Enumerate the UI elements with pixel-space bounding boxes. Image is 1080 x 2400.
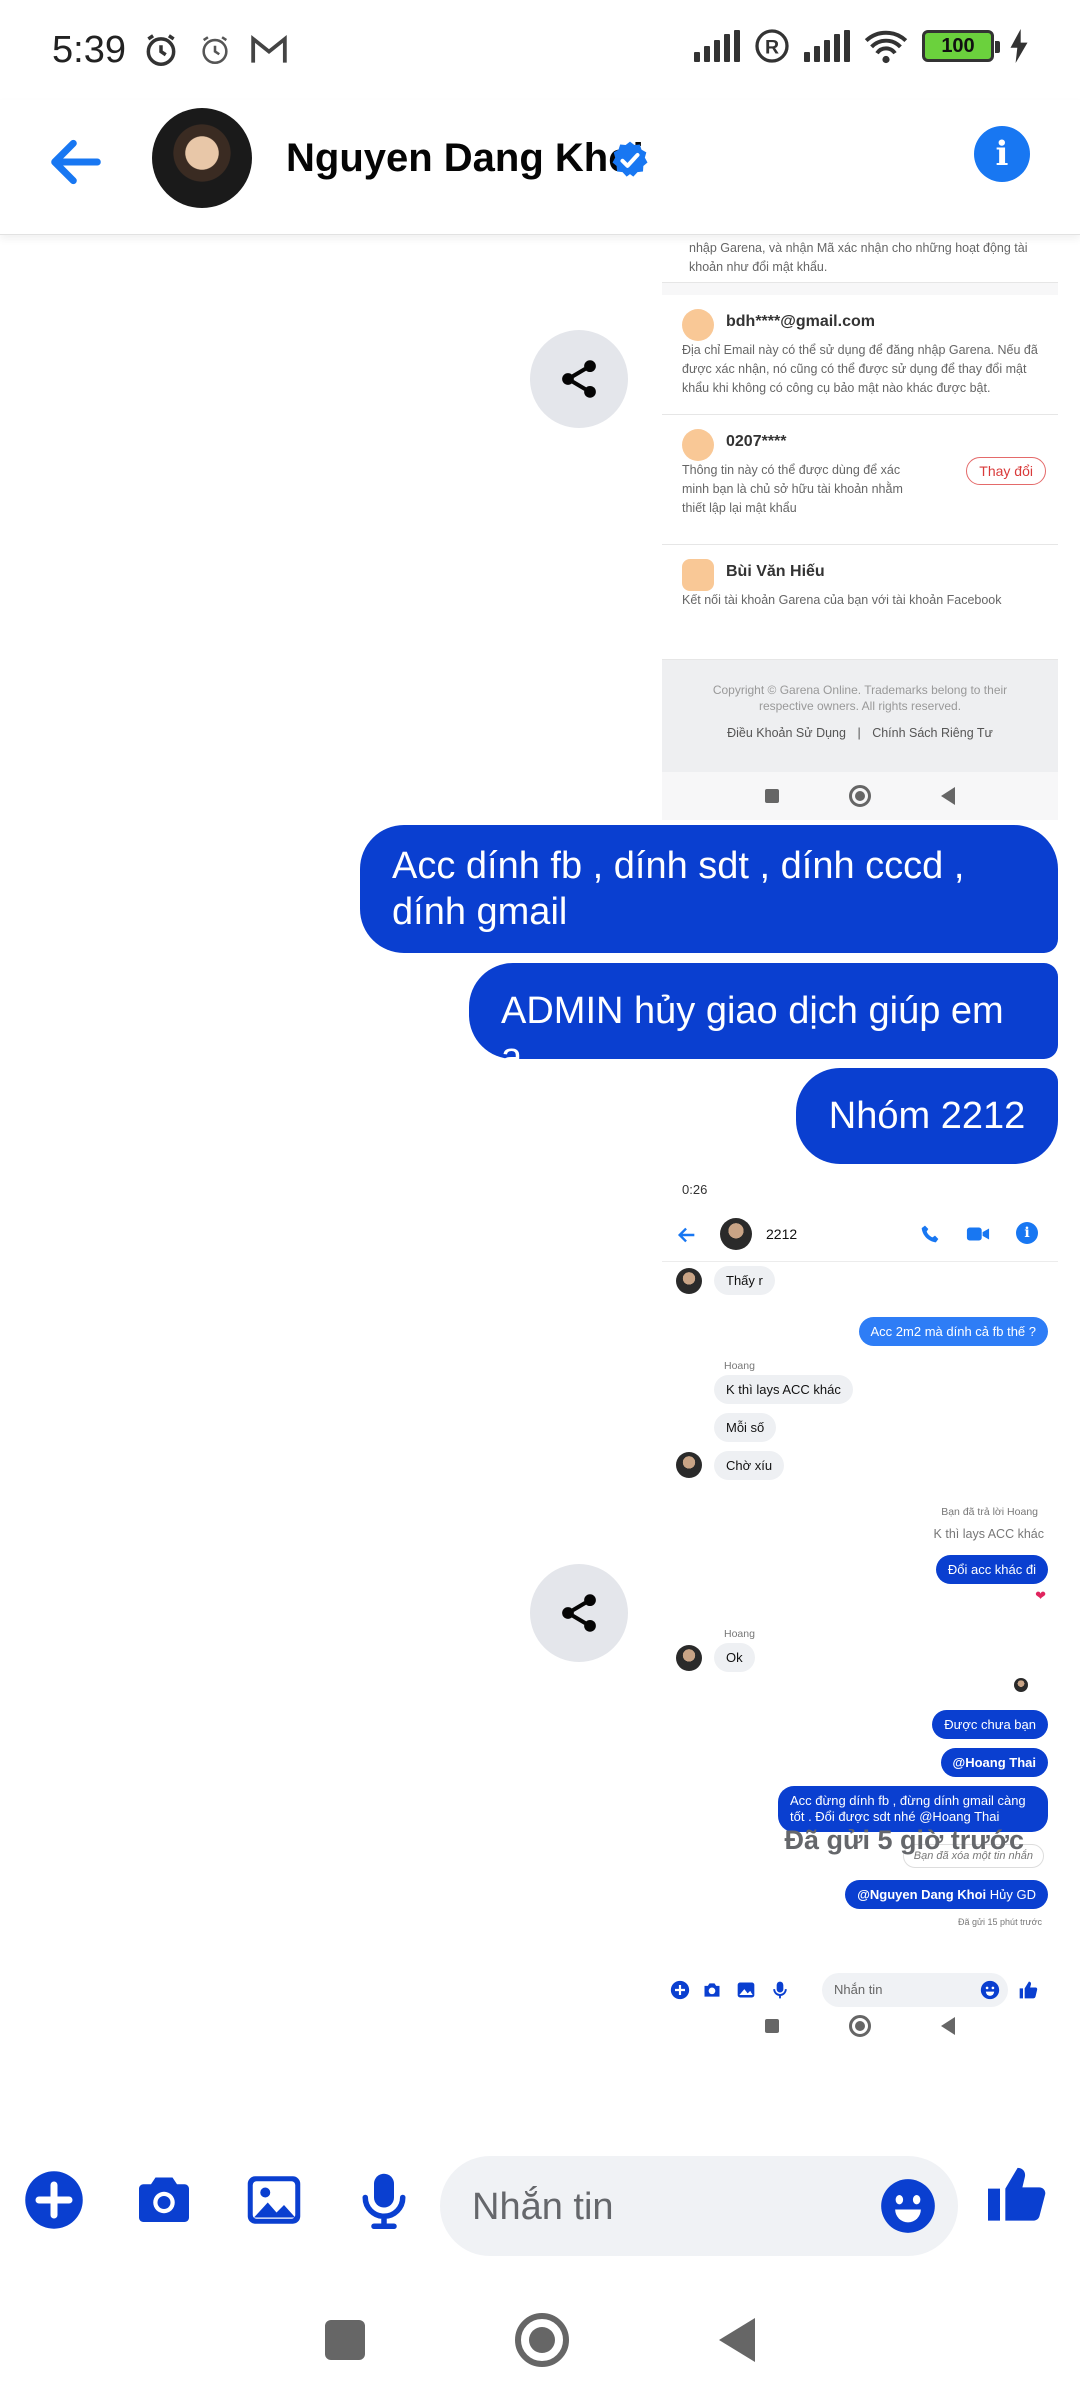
info-icon[interactable]: i (974, 126, 1030, 182)
gallery-icon (737, 1982, 755, 1998)
mini-navbar (662, 2006, 1058, 2046)
garena-card-facebook: Bùi Văn Hiếu Kết nối tài khoản Garena củ… (662, 545, 1058, 660)
message-composer: Nhắn tin (0, 2120, 1080, 2280)
add-icon (670, 1980, 690, 2000)
back-arrow-icon[interactable] (44, 130, 108, 194)
charging-icon (1010, 29, 1028, 63)
status-time: 5:39 (52, 28, 126, 71)
emoji-icon[interactable] (880, 2178, 936, 2234)
terms-link: Điều Khoản Sử Dụng (727, 726, 846, 740)
share-icon (562, 1594, 596, 1632)
facebook-icon (682, 559, 714, 591)
sent-status: Đã gửi 5 giờ trước (784, 1825, 1024, 1855)
emoji-icon (980, 1980, 1000, 2000)
share-icon (562, 360, 596, 398)
recents-icon (765, 2019, 779, 2033)
message-input-placeholder: Nhắn tin (472, 2186, 614, 2228)
add-icon[interactable] (24, 2170, 84, 2230)
garena-card-phone: 0207**** Thông tin này có thể được dùng … (662, 415, 1058, 545)
message-input[interactable]: Nhắn tin (440, 2156, 958, 2256)
home-icon (849, 785, 871, 807)
alarm-icon (202, 36, 228, 65)
mini-composer: Nhắn tin (662, 1970, 1058, 2010)
share-button[interactable] (530, 330, 628, 428)
signal-icon (694, 30, 740, 62)
camera-icon (704, 1983, 720, 1997)
avatar[interactable] (152, 108, 252, 208)
privacy-link: Chính Sách Riêng Tư (872, 726, 993, 740)
verified-icon (612, 141, 648, 177)
mini-message-input: Nhắn tin (822, 1973, 1008, 2007)
conversation-header: Nguyen Dang Khoi i (0, 100, 1080, 235)
gallery-icon[interactable] (244, 2170, 304, 2230)
status-bar: 5:39 R 100 (0, 0, 1080, 100)
garena-card-top: nhập Garena, và nhận Mã xác nhận cho nhữ… (662, 235, 1058, 283)
signal-icon (804, 30, 850, 62)
camera-icon[interactable] (134, 2170, 194, 2230)
recents-button[interactable] (325, 2320, 365, 2360)
svg-text:R: R (765, 37, 779, 59)
system-navbar (0, 2280, 1080, 2400)
shared-image-chat[interactable]: 0:26 2212 i Thấy r Acc 2m2 mà dính cả fb… (662, 1170, 1058, 2050)
phone-icon (921, 1225, 939, 1243)
user-icon (682, 429, 714, 461)
avatar (676, 1452, 702, 1478)
heart-reaction-icon: ❤ (1035, 1588, 1046, 1603)
seen-avatar (1014, 1678, 1028, 1692)
change-button: Thay đổi (966, 457, 1046, 485)
shared-image-garena[interactable]: nhập Garena, và nhận Mã xác nhận cho nhữ… (662, 235, 1058, 820)
avatar (720, 1218, 752, 1250)
video-icon (966, 1227, 990, 1241)
mic-icon[interactable] (354, 2170, 414, 2230)
home-icon (849, 2015, 871, 2037)
share-button[interactable] (530, 1564, 628, 1662)
home-button[interactable] (515, 2313, 569, 2367)
contact-name[interactable]: Nguyen Dang Khoi (286, 136, 644, 181)
mic-icon (773, 1981, 787, 1999)
back-icon (941, 787, 955, 805)
wifi-icon (864, 30, 908, 64)
message-bubble[interactable]: Nhóm 2212 (796, 1068, 1058, 1164)
garena-card-email: bdh****@gmail.com Địa chỉ Email này có t… (662, 295, 1058, 415)
garena-footer: Copyright © Garena Online. Trademarks be… (662, 660, 1058, 772)
back-icon (941, 2017, 955, 2035)
battery-icon: 100 (922, 30, 1000, 62)
alarm-icon (146, 34, 176, 66)
like-icon[interactable] (984, 2162, 1048, 2226)
back-button[interactable] (719, 2318, 755, 2362)
message-bubble[interactable]: ADMIN hủy giao dịch giúp em ạ (469, 963, 1058, 1078)
recents-icon (765, 789, 779, 803)
mini-navbar (662, 772, 1058, 820)
avatar (676, 1645, 702, 1671)
back-arrow-icon (677, 1227, 695, 1243)
chat-header: 2212 i (662, 1206, 1058, 1262)
avatar (676, 1268, 702, 1294)
info-icon: i (1016, 1222, 1038, 1244)
gmail-icon (251, 34, 287, 63)
registered-icon: R (755, 29, 789, 63)
email-icon (682, 309, 714, 341)
message-bubble[interactable]: Acc dính fb , dính sdt , dính cccd , dín… (360, 825, 1058, 953)
like-icon (1019, 1981, 1038, 1999)
